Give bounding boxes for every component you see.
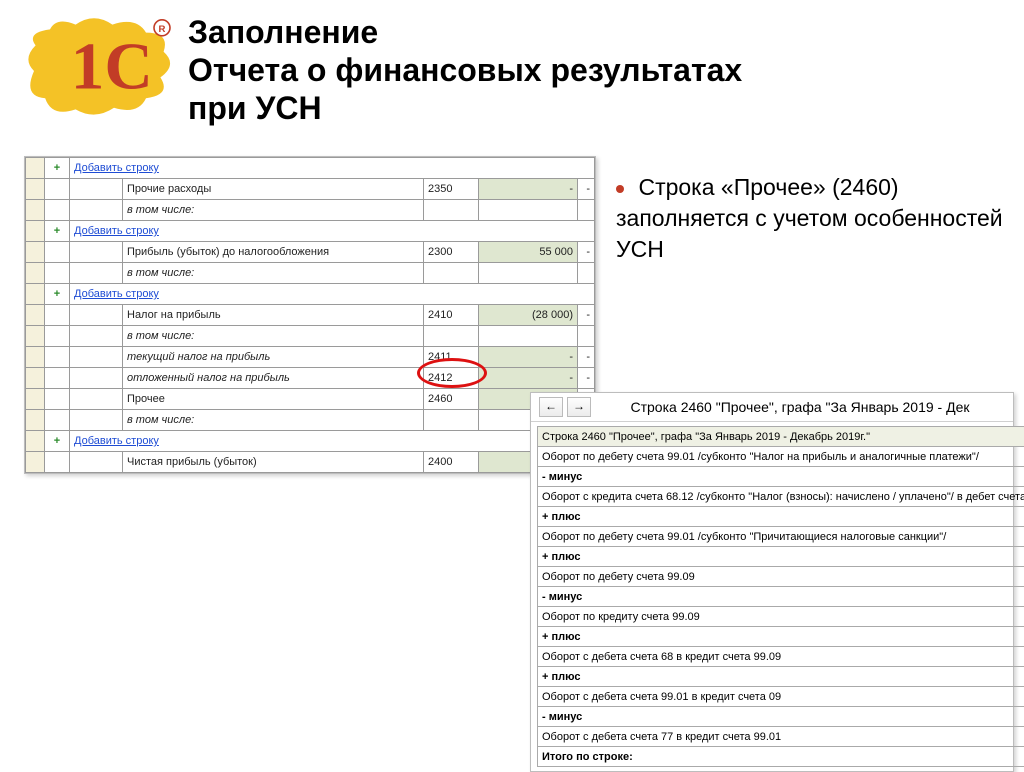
row-value[interactable]: 55 000	[479, 242, 578, 263]
nav-back-button[interactable]: ←	[539, 397, 563, 417]
table-row: текущий налог на прибыль2411--	[26, 347, 595, 368]
table-row: Налог на прибыль2410(28 000)-	[26, 305, 595, 326]
row-code: 2300	[424, 242, 479, 263]
row-label: Прочие расходы	[123, 179, 424, 200]
plus-icon: +	[45, 221, 70, 242]
bullet-icon	[616, 185, 624, 193]
row-tail	[578, 200, 595, 221]
add-row: +Добавить строку	[26, 284, 595, 305]
row-code	[424, 263, 479, 284]
app-logo: 1C R	[8, 12, 188, 122]
row-label: Налог на прибыль	[123, 305, 424, 326]
table-row: Прочие расходы2350--	[26, 179, 595, 200]
detail-row: - минус	[538, 587, 1024, 607]
detail-row: + плюс	[538, 667, 1024, 687]
row-tail: -	[578, 305, 595, 326]
add-row: +Добавить строку	[26, 158, 595, 179]
add-row-link[interactable]: Добавить строку	[70, 221, 595, 242]
row-code	[424, 410, 479, 431]
table-row: Чистая прибыль (убыток)24002 500-	[26, 452, 595, 473]
plus-icon: +	[45, 158, 70, 179]
detail-row: Оборот с кредита счета 68.12 /субконто "…	[538, 487, 1024, 507]
bullet-text: Строка «Прочее» (2460) заполняется с уче…	[616, 174, 1003, 262]
table-row: отложенный налог на прибыль2412--	[26, 368, 595, 389]
row-code: 2411	[424, 347, 479, 368]
row-code	[424, 326, 479, 347]
detail-row: - минус	[538, 707, 1024, 727]
table-row: в том числе:	[26, 326, 595, 347]
financial-report-panel: +Добавить строкуПрочие расходы2350--в то…	[24, 156, 596, 474]
row-code: 2410	[424, 305, 479, 326]
row-tail: -	[578, 347, 595, 368]
row-tail	[578, 326, 595, 347]
table-row: Прибыль (убыток) до налогообложения23005…	[26, 242, 595, 263]
row-code	[424, 200, 479, 221]
detail-row: Оборот с дебета счета 68 в кредит счета …	[538, 647, 1024, 667]
row-value[interactable]	[479, 326, 578, 347]
svg-text:1C: 1C	[71, 29, 153, 104]
row-code: 2412	[424, 368, 479, 389]
detail-title: Строка 2460 "Прочее", графа "За Январь 2…	[595, 399, 1005, 415]
detail-row: Оборот по дебету счета 99.09	[538, 567, 1024, 587]
row-label: в том числе:	[123, 410, 424, 431]
row-label: Чистая прибыль (убыток)	[123, 452, 424, 473]
detail-row: Оборот по дебету счета 99.01 /субконто "…	[538, 447, 1024, 467]
table-row: в том числе:	[26, 200, 595, 221]
row-value[interactable]: -	[479, 347, 578, 368]
row-code: 2400	[424, 452, 479, 473]
plus-icon: +	[45, 431, 70, 452]
row-label: текущий налог на прибыль	[123, 347, 424, 368]
slide-bullet: Строка «Прочее» (2460) заполняется с уче…	[616, 172, 1016, 265]
nav-forward-button[interactable]: →	[567, 397, 591, 417]
row-label: в том числе:	[123, 200, 424, 221]
table-row: Прочее2460(24 500)-	[26, 389, 595, 410]
row-tail: -	[578, 368, 595, 389]
row-value[interactable]	[479, 200, 578, 221]
detail-row: Оборот с дебета счета 99.01 в кредит сче…	[538, 687, 1024, 707]
add-row-link[interactable]: Добавить строку	[70, 431, 595, 452]
detail-row: Итого по строке:	[538, 747, 1024, 767]
add-row-link[interactable]: Добавить строку	[70, 284, 595, 305]
detail-row: Оборот с дебета счета 77 в кредит счета …	[538, 727, 1024, 747]
row-value[interactable]: -	[479, 179, 578, 200]
row-label: в том числе:	[123, 326, 424, 347]
row-code: 2350	[424, 179, 479, 200]
row-label: в том числе:	[123, 263, 424, 284]
add-row: +Добавить строку	[26, 431, 595, 452]
row-code: 2460	[424, 389, 479, 410]
row-label: отложенный налог на прибыль	[123, 368, 424, 389]
page-title: Заполнение Отчета о финансовых результат…	[188, 14, 742, 127]
row-label: Прочее	[123, 389, 424, 410]
row-tail	[578, 263, 595, 284]
row-value[interactable]	[479, 263, 578, 284]
row-label: Прибыль (убыток) до налогообложения	[123, 242, 424, 263]
detail-row: + плюс	[538, 507, 1024, 527]
row-value[interactable]: -	[479, 368, 578, 389]
detail-header-row: Строка 2460 "Прочее", графа "За Январь 2…	[538, 427, 1024, 447]
plus-icon: +	[45, 284, 70, 305]
row-tail: -	[578, 242, 595, 263]
detail-row: Оборот по дебету счета 99.01 /субконто "…	[538, 527, 1024, 547]
row-tail: -	[578, 179, 595, 200]
detail-row: - минус	[538, 467, 1024, 487]
row-value[interactable]: (28 000)	[479, 305, 578, 326]
detail-row: + плюс	[538, 627, 1024, 647]
table-row: в том числе:	[26, 410, 595, 431]
detail-row: Оборот по кредиту счета 99.09	[538, 607, 1024, 627]
add-row: +Добавить строку	[26, 221, 595, 242]
line-detail-panel: ← → Строка 2460 "Прочее", графа "За Янва…	[530, 392, 1014, 772]
table-row: в том числе:	[26, 263, 595, 284]
add-row-link[interactable]: Добавить строку	[70, 158, 595, 179]
svg-text:R: R	[159, 24, 166, 35]
detail-row: + плюс	[538, 547, 1024, 567]
